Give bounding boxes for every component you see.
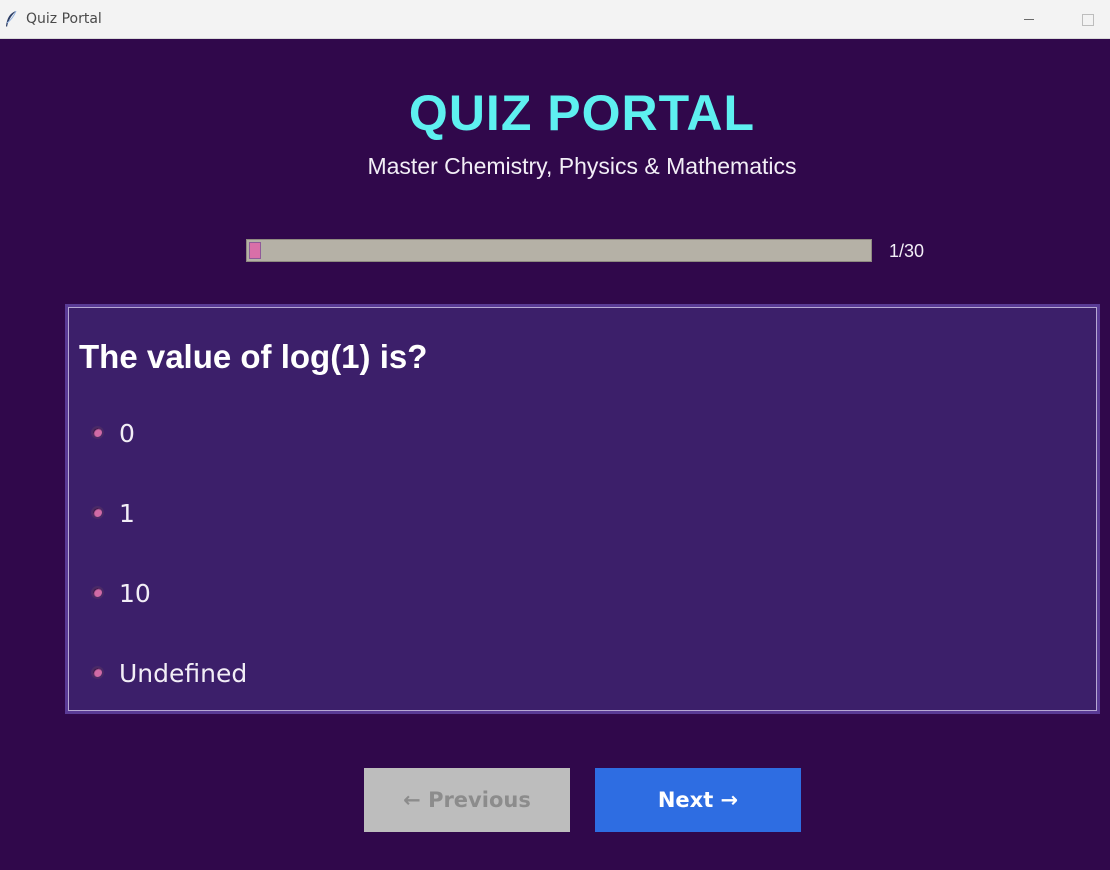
radio-button[interactable] (91, 426, 104, 439)
feather-icon (6, 10, 17, 27)
maximize-button[interactable] (1064, 6, 1110, 32)
option-label: 0 (119, 419, 135, 448)
progress-bar-fill (249, 242, 261, 259)
app-subtitle: Master Chemistry, Physics & Mathematics (367, 153, 797, 179)
option-1[interactable]: 1 (91, 498, 491, 528)
question-card: The value of log(1) is? 0 1 10 Undefined (65, 304, 1100, 714)
minimize-button[interactable] (1006, 6, 1052, 32)
app-title: QUIZ PORTAL (408, 85, 756, 141)
option-2[interactable]: 10 (91, 578, 491, 608)
option-3[interactable]: Undefined (91, 658, 491, 688)
next-button[interactable]: Next → (595, 768, 801, 832)
window-titlebar: Quiz Portal (0, 0, 1110, 39)
progress-counter: 1/30 (889, 241, 925, 261)
question-text: The value of log(1) is? (79, 338, 428, 375)
radio-button[interactable] (91, 666, 104, 679)
progress-bar (246, 239, 872, 262)
option-label: Undefined (119, 659, 248, 688)
radio-button[interactable] (91, 506, 104, 519)
option-label: 1 (119, 499, 135, 528)
radio-button[interactable] (91, 586, 104, 599)
option-label: 10 (119, 579, 151, 608)
previous-button[interactable]: ← Previous (364, 768, 570, 832)
window-title: Quiz Portal (26, 11, 102, 27)
option-0[interactable]: 0 (91, 418, 491, 448)
